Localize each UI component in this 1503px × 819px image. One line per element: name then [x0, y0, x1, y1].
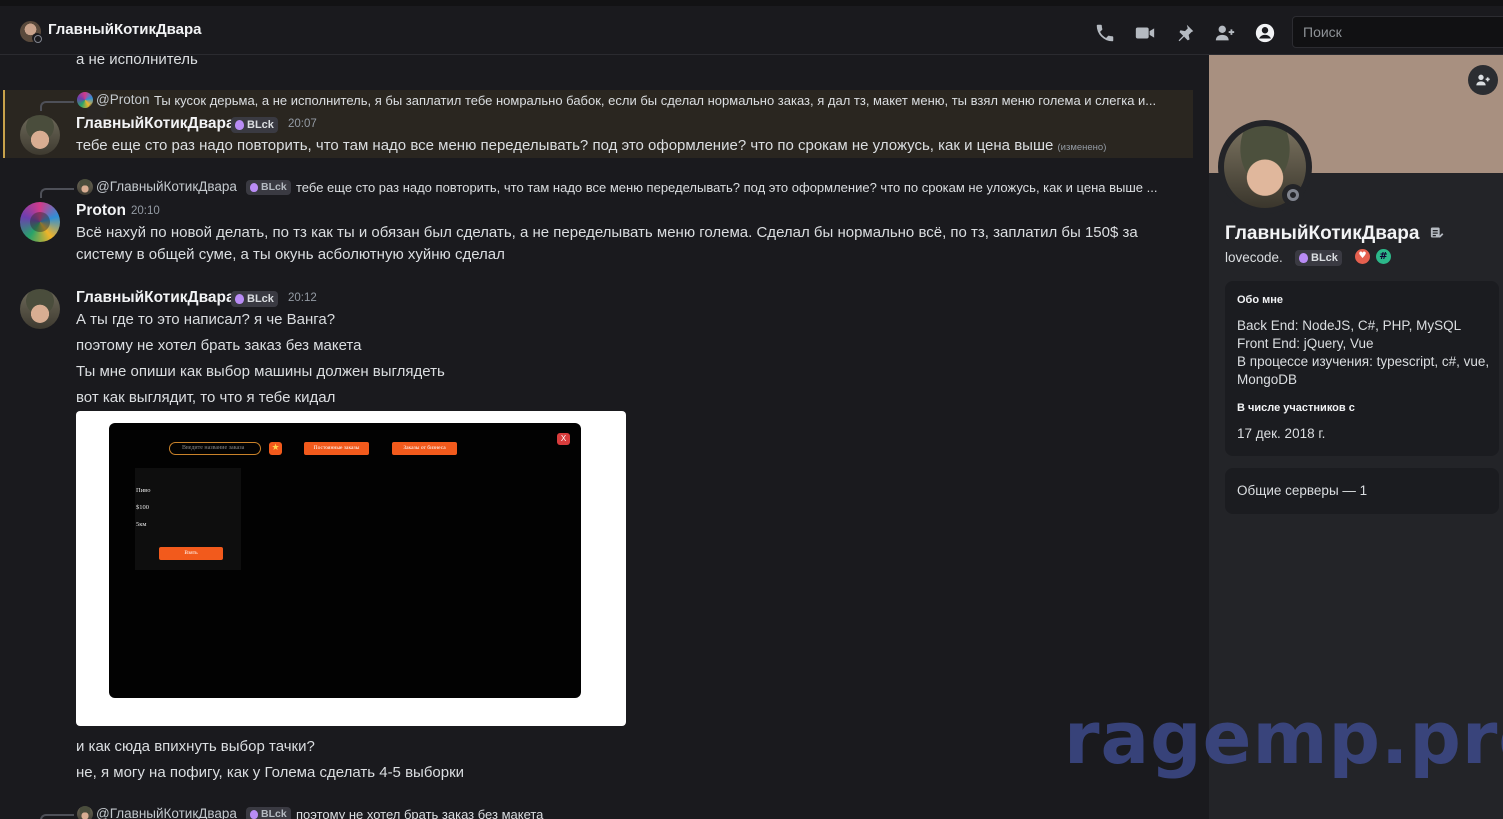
avatar[interactable] [20, 289, 60, 329]
reply-connector [40, 188, 74, 198]
watermark-logo: ragemp.pro [1064, 696, 1503, 780]
about-text: В процессе изучения: typescript, c#, vue… [1237, 354, 1490, 369]
status-indicator [32, 33, 42, 43]
reply-author[interactable]: @ГлавныйКотикДвара [96, 806, 237, 819]
message-text: тебе еще сто раз надо повторить, что там… [76, 137, 1106, 154]
message-text: систему в общей суме, а ты окунь асболют… [76, 246, 505, 263]
image-attachment[interactable]: Введите название заказа ★ Постоянные зак… [76, 411, 626, 726]
channel-header: ГлавныйКотикДвара Поиск [0, 0, 1503, 55]
profile-username[interactable]: lovecode. [1225, 250, 1283, 265]
embedded-search-input: Введите название заказа [169, 442, 261, 455]
reply-connector [40, 101, 74, 111]
pin-icon[interactable] [1174, 22, 1196, 44]
user-tag[interactable]: BLck [231, 117, 278, 133]
search-input[interactable]: Поиск [1292, 16, 1503, 48]
note-icon[interactable] [1429, 225, 1444, 240]
mutual-servers-label: Общие серверы — 1 [1237, 483, 1368, 498]
reply-connector [40, 814, 74, 819]
about-me-section: Обо мне Back End: NodeJS, C#, PHP, MySQL… [1225, 281, 1499, 456]
add-member-icon[interactable] [1214, 22, 1236, 44]
member-since-heading: В числе участников с [1237, 402, 1355, 414]
message-time: 20:12 [288, 292, 317, 304]
message-body: тебе еще сто раз надо повторить, что там… [76, 137, 1054, 154]
embedded-button: Заказы от бизнеса [392, 442, 457, 455]
message-text: А ты где то это написал? я че Ванга? [76, 311, 336, 328]
close-icon: X [557, 433, 570, 445]
message-author[interactable]: ГлавныйКотикДвара [76, 115, 235, 133]
status-indicator [1282, 184, 1304, 206]
video-icon[interactable] [1134, 22, 1156, 44]
user-tag[interactable]: BLck [1295, 250, 1342, 266]
embedded-item-name: Пиво [136, 487, 151, 494]
add-friend-icon [1476, 74, 1490, 86]
reply-preview[interactable]: тебе еще сто раз надо повторить, что там… [296, 180, 1164, 195]
user-tag: BLck [246, 807, 291, 819]
message-author[interactable]: Proton [76, 202, 126, 220]
reply-author[interactable]: @Proton [96, 92, 149, 107]
message-text: поэтому не хотел брать заказ без макета [76, 337, 362, 354]
message-list: а не исполнитель @Proton Ты кусок дерьма… [0, 55, 1208, 819]
profile-icon[interactable] [1254, 22, 1276, 44]
about-text: Front End: jQuery, Vue [1237, 336, 1374, 351]
embedded-item-distance: 5км [136, 521, 147, 528]
message-text: а не исполнитель [76, 55, 198, 68]
phone-icon[interactable] [1094, 22, 1116, 44]
message-text: не, я могу на пофигу, как у Голема сдела… [76, 764, 465, 781]
message-time: 20:10 [131, 205, 160, 217]
message-author[interactable]: ГлавныйКотикДвара [76, 289, 235, 307]
embedded-take-button: Взять [159, 547, 223, 560]
message-text: Ты мне опиши как выбор машины должен выг… [76, 363, 445, 380]
heart-badge-icon[interactable]: ♥ [1355, 249, 1370, 264]
profile-display-name: ГлавныйКотикДвара [1225, 223, 1420, 244]
about-text: MongoDB [1237, 372, 1298, 387]
message-time: 20:07 [288, 118, 317, 130]
profile-name: ГлавныйКотикДвара [1225, 223, 1444, 245]
reply-preview[interactable]: поэтому не хотел брать заказ без макета [296, 807, 696, 819]
edited-label: (изменено) [1057, 142, 1107, 153]
star-icon: ★ [269, 442, 282, 455]
reply-author[interactable]: @ГлавныйКотикДвара [96, 179, 237, 194]
member-since-date: 17 дек. 2018 г. [1237, 426, 1326, 441]
message-text: и как сюда впихнуть выбор тачки? [76, 738, 315, 755]
about-heading: Обо мне [1237, 294, 1284, 306]
reply-avatar [77, 179, 93, 195]
embedded-item-price: $100 [136, 504, 149, 511]
message-text: вот как выглядит, то что я тебе кидал [76, 389, 336, 406]
embedded-button: Постоянные заказы [304, 442, 369, 455]
user-tag: BLck [246, 180, 291, 195]
avatar[interactable] [20, 202, 60, 242]
mutual-servers-button[interactable]: Общие серверы — 1 [1225, 468, 1499, 514]
about-text: Back End: NodeJS, C#, PHP, MySQL [1237, 318, 1462, 333]
add-friend-button[interactable] [1468, 65, 1498, 95]
avatar[interactable] [20, 115, 60, 155]
message-text: Всё нахуй по новой делать, по тз как ты … [76, 224, 1138, 241]
reply-preview[interactable]: Ты кусок дерьма, а не исполнитель, я бы … [154, 93, 1164, 108]
hashtag-badge-icon[interactable]: # [1376, 249, 1391, 264]
channel-title: ГлавныйКотикДвара [48, 21, 202, 38]
user-tag[interactable]: BLck [231, 291, 278, 307]
embedded-game-menu: Введите название заказа ★ Постоянные зак… [109, 423, 581, 698]
reply-avatar [77, 92, 107, 122]
reply-avatar [77, 806, 93, 819]
